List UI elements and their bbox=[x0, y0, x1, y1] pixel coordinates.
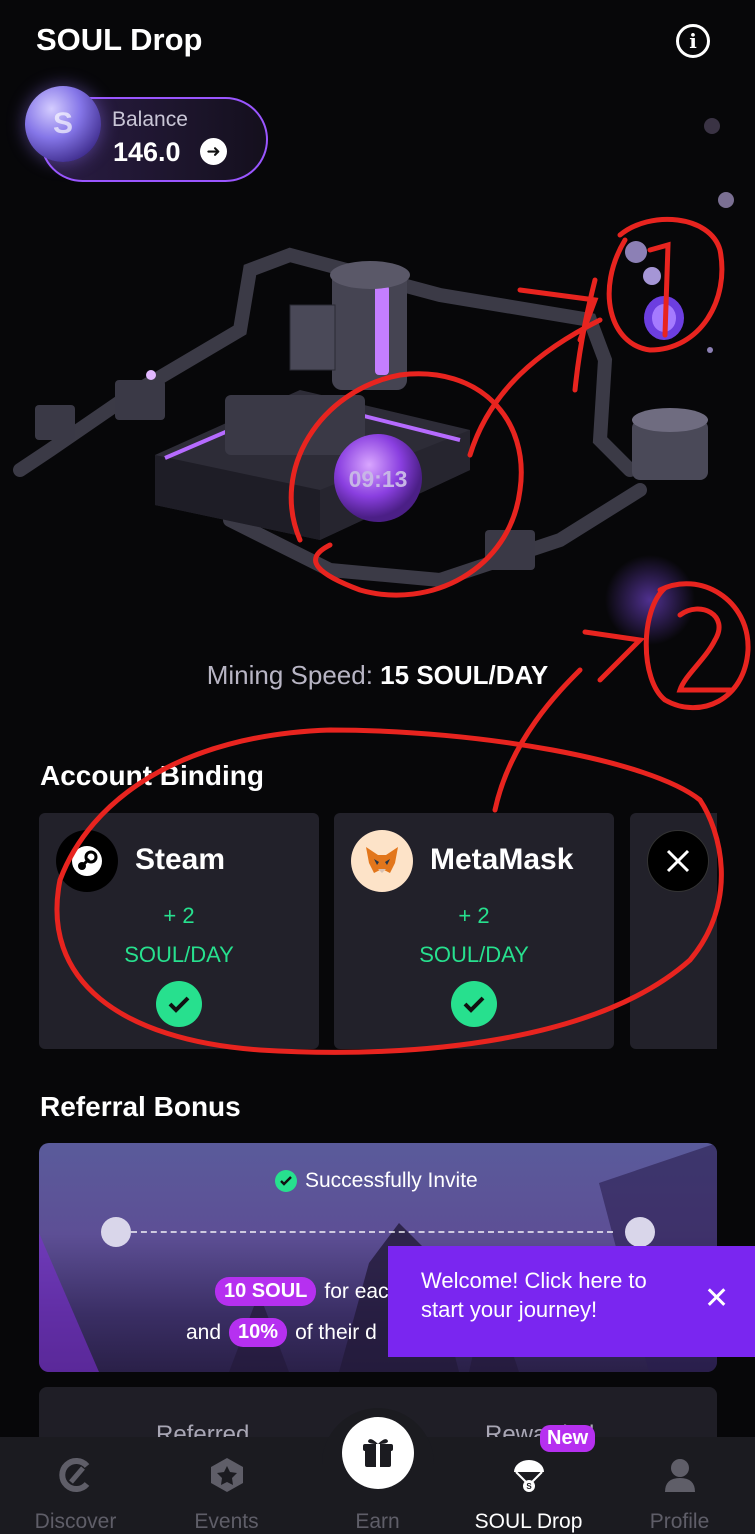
earn-button[interactable] bbox=[342, 1417, 414, 1489]
side-box bbox=[35, 405, 75, 440]
account-binding-list[interactable]: Steam + 2 SOUL/DAY MetaMask + 2 SOUL/DAY bbox=[39, 813, 717, 1049]
referral-reward-line: 10 SOUL for eac bbox=[215, 1277, 389, 1306]
mining-speed: Mining Speed: 15 SOUL/DAY bbox=[0, 660, 755, 691]
reactor-core bbox=[375, 285, 389, 375]
binding-bonus: + 2 bbox=[163, 903, 195, 928]
invite-status-text: Successfully Invite bbox=[305, 1169, 478, 1192]
reactor-body bbox=[225, 395, 365, 455]
svg-text:S: S bbox=[526, 1482, 532, 1491]
tooltip-text: Welcome! Click here to start your journe… bbox=[421, 1268, 647, 1322]
bubble bbox=[707, 347, 713, 353]
referral-bonus-title: Referral Bonus bbox=[40, 1091, 241, 1122]
bubble bbox=[718, 192, 734, 208]
tab-events[interactable]: Events bbox=[151, 1437, 302, 1534]
binding-name: MetaMask bbox=[430, 843, 574, 876]
reactor-cap bbox=[330, 261, 410, 289]
percent-text: of their d bbox=[295, 1320, 377, 1344]
percent-pill: 10% bbox=[229, 1318, 288, 1347]
close-icon[interactable]: ✕ bbox=[704, 1284, 729, 1314]
referral-percent-line: and 10% of their d bbox=[186, 1318, 377, 1347]
tab-label: Earn bbox=[355, 1510, 400, 1533]
tab-label: SOUL Drop bbox=[474, 1510, 583, 1533]
metamask-fox-icon bbox=[351, 830, 413, 892]
annotation-arrow-2 bbox=[492, 667, 583, 813]
reactor-panel bbox=[289, 304, 336, 371]
reward-amount-pill: 10 SOUL bbox=[215, 1277, 317, 1306]
page-title: SOUL Drop bbox=[36, 22, 203, 57]
events-icon bbox=[207, 1455, 247, 1495]
binding-bonus: + 2 bbox=[458, 903, 490, 928]
side-box bbox=[485, 530, 535, 570]
glow bbox=[605, 555, 695, 645]
mining-machine-illustration: 09:13 bbox=[13, 118, 734, 645]
binding-card-x[interactable] bbox=[630, 813, 717, 1049]
user-icon bbox=[101, 1217, 131, 1247]
binding-name: Steam bbox=[135, 843, 226, 876]
check-icon bbox=[156, 981, 202, 1027]
gift-icon bbox=[363, 1439, 393, 1467]
binding-unit: SOUL/DAY bbox=[419, 942, 529, 967]
bubble bbox=[625, 241, 647, 263]
binding-card-steam[interactable]: Steam + 2 SOUL/DAY bbox=[39, 813, 319, 1049]
x-icon bbox=[647, 830, 709, 892]
reward-text: for eac bbox=[324, 1279, 389, 1303]
info-icon[interactable]: i bbox=[676, 24, 710, 58]
dashed-connector bbox=[131, 1231, 613, 1233]
timer-text: 09:13 bbox=[349, 466, 408, 492]
right-cylinder-top bbox=[632, 408, 708, 432]
new-badge: New bbox=[540, 1425, 596, 1452]
tab-label: Events bbox=[194, 1510, 259, 1533]
discover-icon bbox=[56, 1455, 96, 1495]
bubble bbox=[643, 267, 661, 285]
binding-card-metamask[interactable]: MetaMask + 2 SOUL/DAY bbox=[334, 813, 614, 1049]
invite-status: Successfully Invite bbox=[275, 1169, 478, 1193]
steam-icon bbox=[56, 830, 118, 892]
mining-speed-value: 15 SOUL/DAY bbox=[380, 660, 549, 690]
and-text: and bbox=[186, 1320, 222, 1344]
welcome-tooltip[interactable]: Welcome! Click here to start your journe… bbox=[388, 1246, 755, 1357]
account-binding-title: Account Binding bbox=[40, 760, 264, 791]
tab-label: Discover bbox=[34, 1510, 117, 1533]
tab-label: Profile bbox=[649, 1510, 710, 1533]
mining-speed-label: Mining Speed: bbox=[206, 660, 373, 690]
check-icon bbox=[275, 1170, 297, 1192]
binding-unit: SOUL/DAY bbox=[124, 942, 234, 967]
tab-profile[interactable]: Profile bbox=[604, 1437, 755, 1534]
tab-discover[interactable]: Discover bbox=[0, 1437, 151, 1534]
bubble bbox=[704, 118, 720, 134]
check-icon bbox=[451, 981, 497, 1027]
profile-icon bbox=[660, 1455, 700, 1495]
side-light bbox=[146, 370, 156, 380]
user-icon bbox=[625, 1217, 655, 1247]
side-box bbox=[115, 380, 165, 420]
parachute-icon: S bbox=[509, 1455, 549, 1495]
